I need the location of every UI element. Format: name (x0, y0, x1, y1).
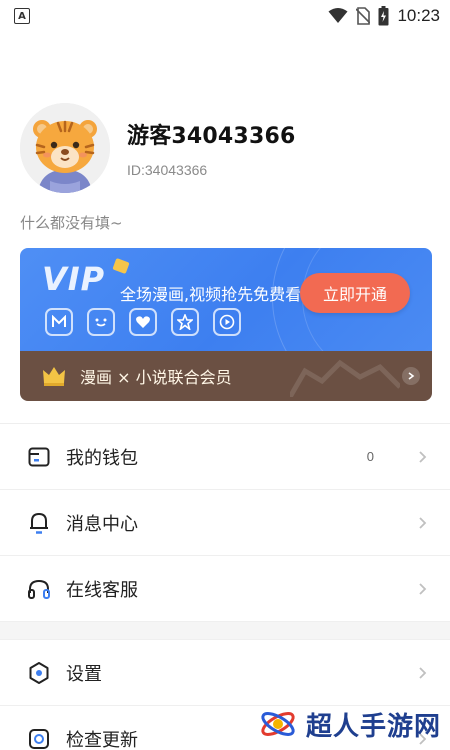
menu-item-label: 设置 (66, 663, 102, 685)
play-icon (213, 308, 241, 336)
combo-membership-bar[interactable]: 漫画 × 小说联合会员 (20, 351, 432, 401)
no-sim-icon (356, 7, 371, 25)
menu-item-label: 在线客服 (66, 579, 138, 601)
username: 游客34043366 (127, 124, 296, 149)
wallet-icon (26, 444, 52, 470)
comic-icon (45, 308, 73, 336)
section-divider (0, 622, 450, 640)
menu-item-label: 消息中心 (66, 513, 138, 535)
vip-logo: VIP (42, 260, 106, 298)
user-bio: 什么都没有填~ (20, 214, 123, 232)
combo-membership-label: 漫画 × 小说联合会员 (80, 368, 232, 387)
menu-item-settings[interactable]: 设置 (0, 640, 450, 706)
user-id: ID:34043366 (127, 162, 208, 178)
wallet-balance: 0 (366, 449, 374, 464)
chevron-right-icon (419, 450, 427, 463)
heart-icon (129, 308, 157, 336)
face-icon (87, 308, 115, 336)
status-bar: A 10:23 (0, 0, 450, 32)
watermark-text: 超人手游网 (306, 711, 442, 742)
menu-item-messages[interactable]: 消息中心 (0, 490, 450, 556)
status-time: 10:23 (397, 6, 440, 25)
vip-crown-icon (112, 257, 130, 275)
crown-icon (43, 367, 65, 386)
app-notification-icon: A (14, 8, 30, 24)
vip-benefits (45, 308, 241, 336)
menu-item-label: 我的钱包 (66, 447, 138, 469)
site-watermark: 超人手游网 (258, 698, 450, 750)
avatar[interactable] (20, 103, 110, 193)
menu-item-wallet[interactable]: 我的钱包 0 (0, 424, 450, 490)
tiger-avatar-icon (20, 103, 110, 193)
vip-slogan: 全场漫画,视频抢先免费看 (120, 285, 302, 304)
headset-icon (26, 576, 52, 602)
chevron-right-icon (419, 666, 427, 679)
menu-item-label: 检查更新 (66, 729, 138, 750)
combo-decoration (290, 359, 400, 397)
menu-item-customer-service[interactable]: 在线客服 (0, 556, 450, 622)
vip-open-button[interactable]: 立即开通 (300, 273, 410, 313)
profile-header[interactable]: 游客34043366 ID:34043366 (20, 102, 430, 194)
watermark-logo-icon (260, 706, 296, 742)
bell-icon (26, 510, 52, 536)
chevron-right-icon (419, 582, 427, 595)
vip-card[interactable]: VIP 全场漫画,视频抢先免费看 立即开通 (20, 248, 432, 351)
badge-icon (171, 308, 199, 336)
battery-icon (378, 6, 389, 26)
chevron-right-icon (419, 516, 427, 529)
settings-icon (26, 660, 52, 686)
wifi-icon (328, 8, 348, 23)
chevron-right-icon (402, 367, 420, 385)
update-icon (26, 726, 52, 750)
